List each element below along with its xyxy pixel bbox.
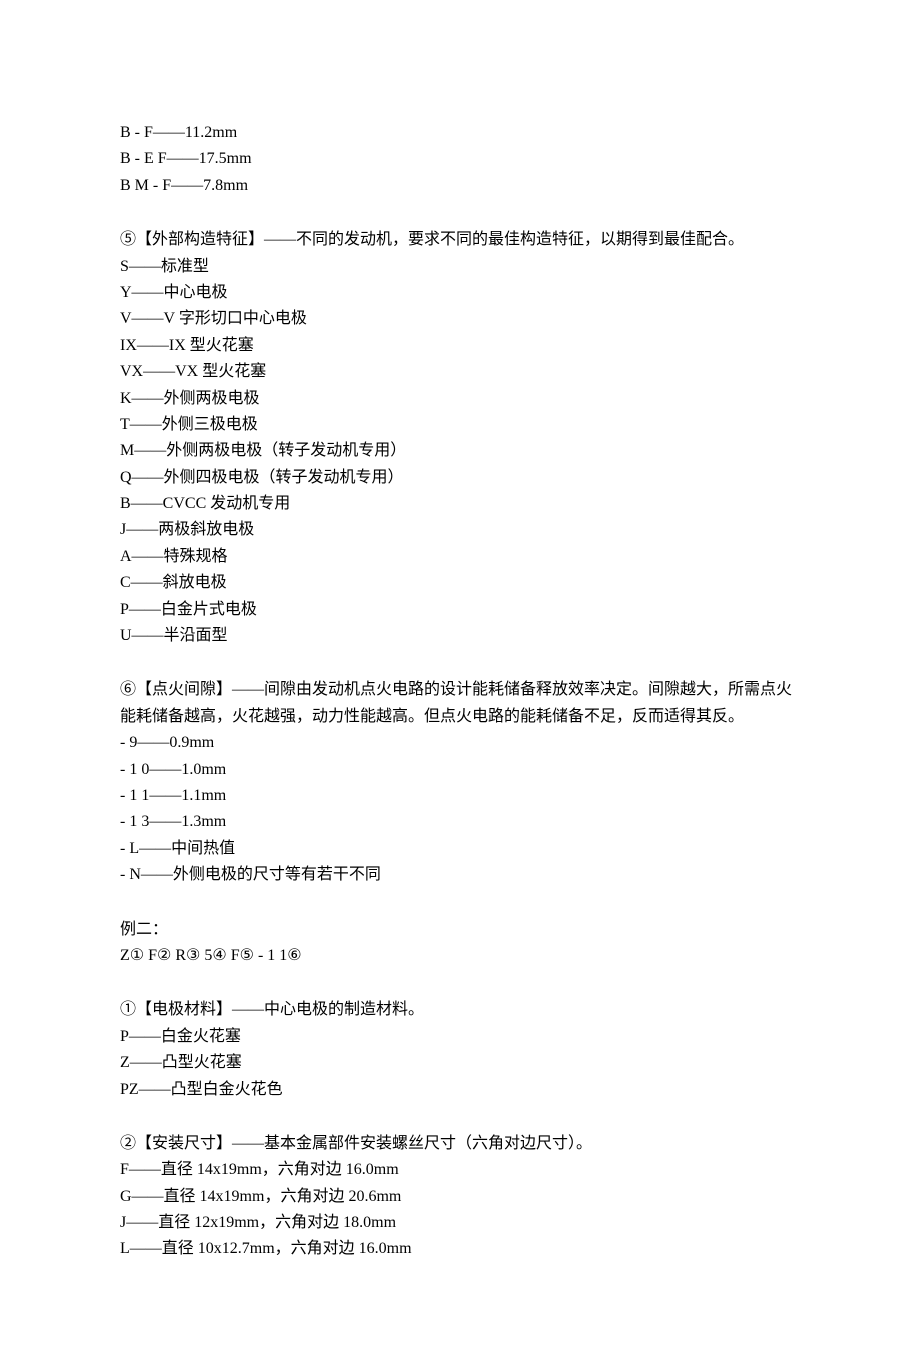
text-line: S——标准型 [120,254,800,280]
block-thread-reach: B - F——11.2mm B - E F——17.5mm B M - F——7… [120,120,800,199]
text-line: - N——外侧电极的尺寸等有若干不同 [120,862,800,888]
text-line: B M - F——7.8mm [120,173,800,199]
section-1b-electrode-material: ①【电极材料】——中心电极的制造材料。 P——白金火花塞 Z——凸型火花塞 PZ… [120,997,800,1103]
text-line: IX——IX 型火花塞 [120,333,800,359]
section-2b-install-dimensions: ②【安装尺寸】——基本金属部件安装螺丝尺寸（六角对边尺寸）。 F——直径 14x… [120,1131,800,1263]
text-line: Y——中心电极 [120,280,800,306]
example-label: 例二： [120,917,800,943]
text-line: - 9——0.9mm [120,730,800,756]
section-header: ⑤【外部构造特征】——不同的发动机，要求不同的最佳构造特征，以期得到最佳配合。 [120,227,800,253]
text-line: A——特殊规格 [120,544,800,570]
text-line: J——两极斜放电极 [120,517,800,543]
text-line: P——白金片式电极 [120,597,800,623]
text-line: B——CVCC 发动机专用 [120,491,800,517]
text-line: V——V 字形切口中心电极 [120,306,800,332]
text-line: C——斜放电极 [120,570,800,596]
text-line: F——直径 14x19mm，六角对边 16.0mm [120,1157,800,1183]
text-line: - 1 0——1.0mm [120,757,800,783]
text-line: P——白金火花塞 [120,1024,800,1050]
text-line: B - F——11.2mm [120,120,800,146]
text-line: Q——外侧四极电极（转子发动机专用） [120,465,800,491]
section-5-external-structure: ⑤【外部构造特征】——不同的发动机，要求不同的最佳构造特征，以期得到最佳配合。 … [120,227,800,649]
text-line: K——外侧两极电极 [120,386,800,412]
text-line: M——外侧两极电极（转子发动机专用） [120,438,800,464]
section-header: ②【安装尺寸】——基本金属部件安装螺丝尺寸（六角对边尺寸）。 [120,1131,800,1157]
text-line: J——直径 12x19mm，六角对边 18.0mm [120,1210,800,1236]
text-line: T——外侧三极电极 [120,412,800,438]
text-line: - 1 1——1.1mm [120,783,800,809]
example-code: Z① F② R③ 5④ F⑤ - 1 1⑥ [120,943,800,969]
text-line: L——直径 10x12.7mm，六角对边 16.0mm [120,1236,800,1262]
section-header: ⑥【点火间隙】——间隙由发动机点火电路的设计能耗储备释放效率决定。间隙越大，所需… [120,677,800,730]
text-line: VX——VX 型火花塞 [120,359,800,385]
text-line: B - E F——17.5mm [120,146,800,172]
text-line: PZ——凸型白金火花色 [120,1077,800,1103]
text-line: U——半沿面型 [120,623,800,649]
text-line: Z——凸型火花塞 [120,1050,800,1076]
text-line: - 1 3——1.3mm [120,809,800,835]
section-6-spark-gap: ⑥【点火间隙】——间隙由发动机点火电路的设计能耗储备释放效率决定。间隙越大，所需… [120,677,800,888]
example-2: 例二： Z① F② R③ 5④ F⑤ - 1 1⑥ [120,917,800,970]
text-line: - L——中间热值 [120,836,800,862]
text-line: G——直径 14x19mm，六角对边 20.6mm [120,1184,800,1210]
section-header: ①【电极材料】——中心电极的制造材料。 [120,997,800,1023]
